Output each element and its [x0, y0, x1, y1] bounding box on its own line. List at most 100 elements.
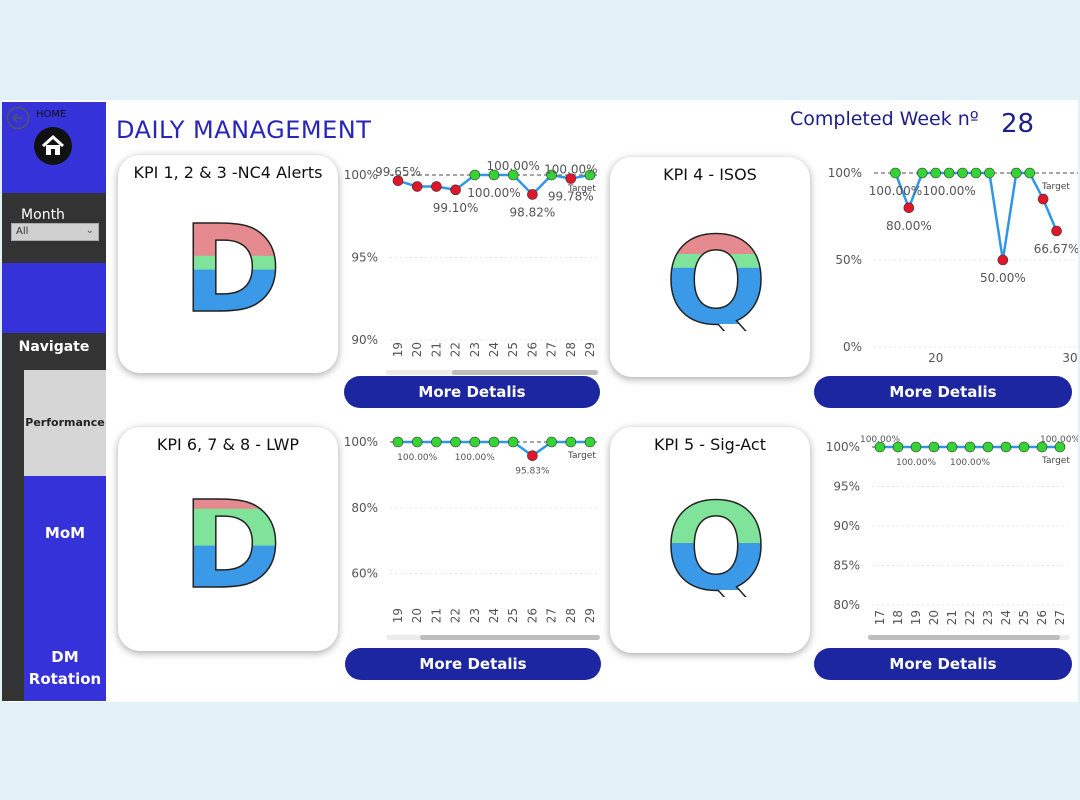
- x-tick-label: 25: [506, 608, 520, 623]
- kpi-card-title: KPI 1, 2 & 3 -NC4 Alerts: [133, 163, 323, 182]
- more-details-button[interactable]: More Detalis: [345, 648, 601, 680]
- data-label: 80.00%: [886, 219, 932, 233]
- data-label: 100.00%: [922, 184, 975, 198]
- navigate-label: Navigate: [18, 339, 90, 355]
- data-point: [1037, 193, 1049, 205]
- y-tick-label: 100%: [344, 168, 378, 182]
- x-tick-label: 18: [891, 610, 905, 625]
- nav-mom-button[interactable]: MoM: [24, 522, 106, 544]
- x-tick-label: 21: [945, 610, 959, 625]
- data-point: [997, 254, 1009, 266]
- more-details-button[interactable]: More Detalis: [344, 376, 600, 408]
- x-tick-label: 29: [583, 342, 597, 357]
- kpi-chart-lwp: 100% 80% 60% Target 19 20 21 22 23 24 25 26 27 28 29 10…: [344, 435, 600, 640]
- data-label: 99.78%: [548, 190, 594, 204]
- letter-q-status-icon: QQ: [666, 489, 766, 597]
- data-point: [527, 189, 538, 200]
- y-tick-label: 90%: [351, 333, 378, 347]
- y-tick-label: 95%: [351, 251, 378, 265]
- y-tick-label: 85%: [833, 559, 860, 573]
- data-point: [964, 441, 976, 453]
- data-point: [970, 167, 982, 179]
- more-details-label: More Detalis: [419, 655, 527, 673]
- more-details-button[interactable]: More Detalis: [814, 376, 1072, 408]
- x-tick-label: 20: [928, 351, 943, 365]
- x-tick-label: 30: [1062, 351, 1077, 365]
- data-point: [392, 436, 404, 448]
- data-point: [431, 181, 442, 192]
- data-point: [1018, 441, 1030, 453]
- y-tick-label: 90%: [833, 519, 860, 533]
- x-tick-label: 26: [1035, 610, 1049, 625]
- letter-d-status-icon: DD: [182, 487, 282, 595]
- data-point: [411, 181, 423, 192]
- x-tick-label: 19: [909, 610, 923, 625]
- target-label: Target: [1041, 182, 1070, 192]
- data-label: 50.00%: [980, 271, 1026, 285]
- y-tick-label: 0%: [843, 340, 862, 354]
- x-tick-label: 24: [487, 608, 501, 623]
- data-point: [411, 436, 423, 448]
- data-point: [946, 441, 958, 453]
- more-details-button[interactable]: More Detalis: [814, 648, 1072, 680]
- data-point: [943, 167, 955, 179]
- kpi-card-isos: KPI 4 - ISOS QQ: [610, 157, 810, 377]
- data-point: [910, 441, 922, 453]
- kpi-card-title: KPI 6, 7 & 8 - LWP: [156, 435, 300, 454]
- x-tick-label: 23: [468, 608, 482, 623]
- x-tick-label: 20: [410, 608, 424, 623]
- x-tick-label: 25: [506, 342, 520, 357]
- letter-outline: Q: [666, 223, 766, 331]
- kpi-card-nc4-alerts: KPI 1, 2 & 3 -NC4 Alerts DD: [118, 155, 338, 373]
- kpi-chart-sig-act: 100% 95% 90% 85% 80% Target 17 18 19 20 21 22 23 24 25…: [826, 435, 1078, 640]
- x-tick-label: 21: [429, 608, 443, 623]
- data-point: [584, 436, 596, 448]
- chart-scrollbar-thumb: [452, 370, 598, 375]
- nav-performance-button[interactable]: Performance: [24, 370, 106, 476]
- kpi-card-sig-act: KPI 5 - Sig-Act QQ: [610, 427, 810, 653]
- home-button[interactable]: [34, 127, 72, 165]
- data-point: [1000, 441, 1012, 453]
- kpi-chart-nc4-alerts: 100%95%90%Target19 20 21 22 23 24 25 26 27 28 2999…: [344, 160, 598, 375]
- data-point: [903, 202, 915, 214]
- y-tick-label: 100%: [828, 166, 862, 180]
- x-tick-label: 23: [981, 610, 995, 625]
- x-tick-label: 24: [999, 610, 1013, 625]
- y-tick-label: 100%: [826, 440, 860, 454]
- letter-outline: Q: [666, 489, 766, 597]
- letter-outline: D: [182, 211, 282, 319]
- letter-q-status-icon: QQ: [666, 223, 766, 331]
- back-arrow-icon[interactable]: [6, 106, 30, 130]
- x-tick-label: 22: [449, 342, 463, 357]
- more-details-label: More Detalis: [418, 383, 526, 401]
- x-tick-label: 22: [449, 608, 463, 623]
- month-select[interactable]: All ⌄: [11, 223, 99, 241]
- data-point: [916, 167, 928, 179]
- x-tick-label: 26: [525, 608, 539, 623]
- chart-scrollbar-thumb: [420, 635, 600, 640]
- y-tick-label: 50%: [835, 253, 862, 267]
- x-tick-label: 27: [545, 342, 559, 357]
- nav-dm-rotation-button[interactable]: DM Rotation: [24, 624, 106, 690]
- x-tick-label: 29: [583, 608, 597, 623]
- data-label: 100.00%: [487, 160, 540, 173]
- y-tick-label: 80%: [351, 501, 378, 515]
- data-point: [546, 436, 557, 448]
- x-tick-label: 21: [429, 342, 443, 357]
- x-tick-label: 17: [873, 610, 887, 625]
- x-tick-label: 19: [391, 608, 405, 623]
- data-label: 100.00%: [1040, 435, 1078, 445]
- nav-performance-label: Performance: [25, 416, 105, 429]
- x-tick-label: 20: [410, 342, 424, 357]
- more-details-label: More Detalis: [889, 655, 997, 673]
- data-point: [928, 441, 940, 453]
- target-label: Target: [567, 451, 596, 461]
- data-point: [431, 436, 442, 448]
- data-point: [469, 436, 481, 448]
- x-tick-label: 27: [1053, 610, 1067, 625]
- data-label: 98.82%: [510, 205, 556, 219]
- nav-dm-rotation-label: DM Rotation: [28, 648, 102, 688]
- data-point: [527, 450, 538, 462]
- data-label: 95.83%: [515, 467, 550, 477]
- sidebar: Month All ⌄ Navigate Performance MoM DM …: [2, 102, 106, 701]
